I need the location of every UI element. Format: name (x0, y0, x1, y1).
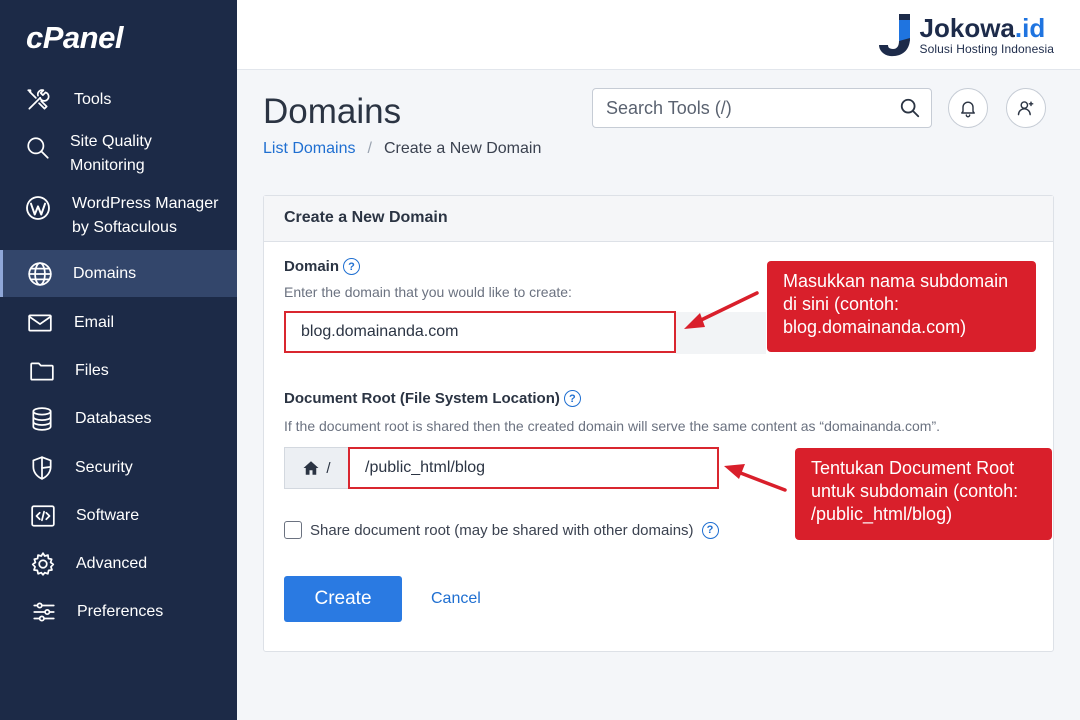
help-icon[interactable]: ? (701, 521, 719, 539)
callout-document-root-hint: Tentukan Document Root untuk subdomain (… (795, 448, 1052, 540)
sidebar-item-label: Site Quality Monitoring (70, 133, 152, 174)
document-root-label: Document Root (File System Location) ? (284, 390, 581, 407)
help-icon[interactable]: ? (343, 258, 361, 275)
sidebar-item-tools[interactable]: Tools (0, 84, 237, 116)
sliders-icon (30, 598, 58, 626)
page-title: Domains (263, 92, 402, 131)
sidebar-item-label: Domains (73, 264, 137, 282)
globe-icon (26, 260, 54, 288)
sidebar-item-site-quality-monitoring[interactable]: Site Quality Monitoring (0, 128, 237, 180)
breadcrumb-separator: / (367, 140, 372, 157)
sidebar-item-domains[interactable]: Domains (0, 250, 237, 297)
panel-title: Create a New Domain (264, 196, 1053, 242)
home-icon (303, 461, 319, 475)
sidebar-item-label: Tools (74, 91, 112, 108)
domain-input[interactable] (284, 311, 676, 353)
sidebar-item-label: Files (75, 362, 109, 379)
sidebar-item-databases[interactable]: Databases (0, 404, 237, 434)
share-document-root-label[interactable]: Share document root (may be shared with … (310, 522, 694, 539)
gear-icon (29, 550, 57, 578)
database-icon (28, 405, 56, 433)
help-icon[interactable]: ? (563, 390, 581, 407)
sidebar-item-label: WordPress Manager by Softaculous (72, 195, 219, 236)
search-input[interactable] (606, 97, 886, 119)
document-root-input[interactable] (348, 447, 719, 489)
sidebar: cPanel Tools Site Quality Monitoring Wor… (0, 0, 237, 720)
domain-label: Domain ? (284, 258, 361, 275)
breadcrumb-list-domains[interactable]: List Domains (263, 140, 355, 158)
callout-domain-hint: Masukkan nama subdomain di sini (contoh:… (767, 261, 1036, 352)
wordpress-icon (24, 194, 52, 222)
shield-icon (28, 454, 56, 482)
top-header: Jokowa.id Solusi Hosting Indonesia (237, 0, 1080, 70)
sidebar-item-label: Advanced (76, 555, 148, 572)
brand-logo: Jokowa.id Solusi Hosting Indonesia (878, 12, 1054, 58)
search-icon (24, 134, 52, 162)
cpanel-logo[interactable]: cPanel (26, 20, 123, 56)
sidebar-item-security[interactable]: Security (0, 453, 237, 483)
share-document-root-checkbox[interactable] (284, 521, 302, 539)
tools-icon (24, 86, 52, 114)
document-root-description: If the document root is shared then the … (284, 418, 941, 434)
domain-description: Enter the domain that you would like to … (284, 284, 572, 300)
sidebar-item-advanced[interactable]: Advanced (0, 549, 237, 579)
breadcrumb: List Domains / Create a New Domain (263, 140, 541, 158)
domain-input-extension (676, 312, 766, 354)
folder-icon (28, 357, 56, 385)
brand-tagline: Solusi Hosting Indonesia (919, 42, 1054, 56)
sidebar-item-label: Databases (75, 410, 152, 427)
cancel-link[interactable]: Cancel (431, 590, 481, 608)
notifications-button[interactable] (948, 88, 988, 128)
bell-icon (961, 101, 975, 118)
brand-name: Jokowa.id (919, 13, 1046, 43)
sidebar-item-files[interactable]: Files (0, 356, 237, 386)
sidebar-item-wordpress-manager[interactable]: WordPress Manager by Softaculous (0, 192, 237, 244)
create-button[interactable]: Create (284, 576, 402, 622)
code-icon (29, 502, 57, 530)
sidebar-item-label: Software (76, 507, 140, 524)
sidebar-item-software[interactable]: Software (0, 501, 237, 531)
breadcrumb-current: Create a New Domain (383, 140, 542, 157)
sidebar-item-label: Security (75, 459, 133, 476)
sidebar-item-preferences[interactable]: Preferences (0, 597, 237, 627)
search-box (592, 88, 932, 128)
sidebar-item-email[interactable]: Email (0, 308, 237, 338)
document-root-prefix: / (284, 447, 349, 489)
user-icon (1017, 101, 1034, 116)
sidebar-item-label: Preferences (77, 603, 164, 620)
search-icon[interactable] (899, 97, 921, 119)
envelope-icon (26, 309, 54, 337)
share-document-root-row: Share document root (may be shared with … (284, 521, 719, 539)
user-account-button[interactable] (1006, 88, 1046, 128)
jokowa-logo-icon (878, 12, 914, 58)
sidebar-item-label: Email (74, 314, 115, 331)
